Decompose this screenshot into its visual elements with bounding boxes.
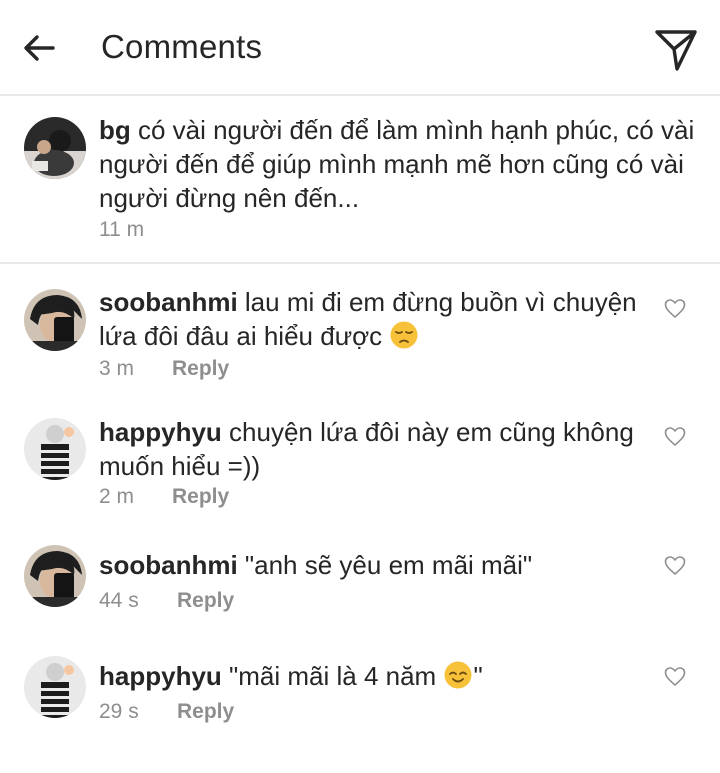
- header-bar: Comments: [0, 0, 720, 96]
- pensive-face-emoji-icon: [390, 321, 418, 349]
- caption-text: bg có vài người đến để làm mình hạnh phú…: [99, 113, 704, 215]
- like-heart-icon[interactable]: [664, 298, 686, 320]
- header-divider: [0, 94, 720, 96]
- like-heart-icon[interactable]: [664, 426, 686, 448]
- reply-button[interactable]: Reply: [177, 589, 234, 613]
- avatar-image: [24, 545, 86, 607]
- avatar-image: [24, 289, 86, 351]
- relieved-face-emoji-icon: [444, 661, 472, 689]
- avatar-soobanhmi[interactable]: [24, 545, 86, 607]
- comment-text: soobanhmi "anh sẽ yêu em mãi mãi": [99, 548, 644, 582]
- reply-button[interactable]: Reply: [177, 700, 234, 724]
- comment-username[interactable]: soobanhmi: [99, 287, 238, 317]
- comment-username[interactable]: soobanhmi: [99, 550, 238, 580]
- like-heart-icon[interactable]: [664, 555, 686, 577]
- avatar-image: [24, 656, 86, 718]
- caption-username[interactable]: bg: [99, 115, 131, 145]
- comment-text: soobanhmi lau mi đi em đừng buồn vì chuy…: [99, 285, 644, 353]
- comment-text: happyhyu "mãi mãi là 4 năm ": [99, 659, 644, 693]
- reply-button[interactable]: Reply: [172, 485, 229, 509]
- comment-username[interactable]: happyhyu: [99, 417, 222, 447]
- comment-time: 29 s: [99, 700, 139, 723]
- avatar-bg[interactable]: [24, 117, 86, 179]
- avatar-image: [24, 117, 86, 179]
- paper-plane-icon: [655, 30, 697, 71]
- share-button[interactable]: [650, 24, 700, 74]
- like-heart-icon[interactable]: [664, 666, 686, 688]
- caption-time: 11 m: [99, 218, 145, 241]
- page-title: Comments: [101, 28, 263, 65]
- comment-time: 44 s: [99, 589, 139, 612]
- comment-body: "mãi mãi là 4 năm: [229, 661, 437, 691]
- comment-username[interactable]: happyhyu: [99, 661, 222, 691]
- back-arrow-icon: [24, 35, 55, 61]
- avatar-happyhyu[interactable]: [24, 656, 86, 718]
- avatar-soobanhmi[interactable]: [24, 289, 86, 351]
- avatar-happyhyu[interactable]: [24, 418, 86, 480]
- comment-body-end: ": [473, 661, 483, 691]
- comment-time: 3 m: [99, 357, 135, 380]
- avatar-image: [24, 418, 86, 480]
- comment-time: 2 m: [99, 485, 135, 508]
- back-button[interactable]: [20, 28, 60, 68]
- reply-button[interactable]: Reply: [172, 357, 229, 381]
- caption-divider: [0, 262, 720, 264]
- comment-text: happyhyu chuyện lứa đôi này em cũng khôn…: [99, 415, 644, 483]
- comment-body: "anh sẽ yêu em mãi mãi": [244, 550, 533, 580]
- caption-body: có vài người đến để làm mình hạnh phúc, …: [99, 115, 695, 213]
